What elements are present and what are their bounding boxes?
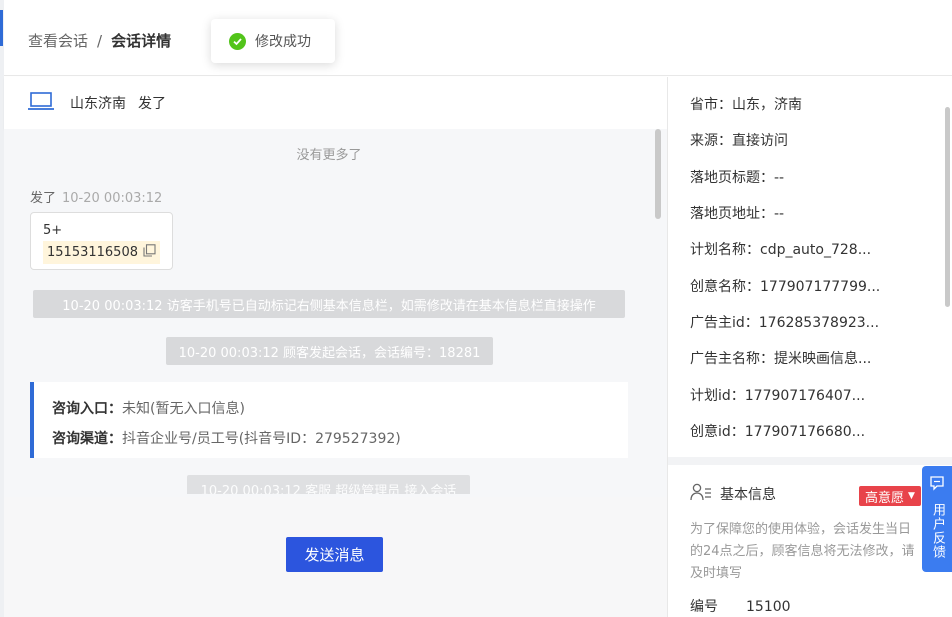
- breadcrumb-parent-link[interactable]: 查看会话: [28, 30, 88, 51]
- intent-label: 高意愿: [865, 490, 905, 506]
- breadcrumb: 查看会话 / 会话详情: [28, 30, 171, 51]
- info-row-advertiser-id: 广告主id：176285378923...: [690, 315, 880, 331]
- visitor-name: 发了: [138, 96, 166, 112]
- header: 查看会话 / 会话详情: [4, 0, 952, 76]
- info-row-creative-id: 创意id：177907176680...: [690, 424, 866, 440]
- info-row-plan-id: 计划id：177907176407...: [690, 388, 866, 404]
- laptop-icon: [28, 91, 54, 115]
- intent-dropdown[interactable]: 高意愿 ▼: [859, 486, 921, 506]
- info-row-landing-url: 落地页地址：--: [690, 206, 785, 222]
- phone-chip[interactable]: 15153116508: [43, 241, 160, 264]
- consult-entry-label: 咨询入口：: [52, 401, 122, 417]
- basic-info-title: 基本信息: [720, 487, 776, 503]
- info-row-plan-name: 计划名称：cdp_auto_728...: [690, 242, 872, 258]
- sender-name: 发了: [30, 191, 57, 206]
- info-row-advertiser-name: 广告主名称：提米映画信息...: [690, 351, 872, 367]
- basic-info-note: 为了保障您的使用体验，会话发生当日的24点之后，顾客信息将无法修改，请及时填写: [690, 522, 915, 581]
- info-row-source: 来源：直接访问: [690, 133, 788, 149]
- info-row-province: 省市：山东，济南: [690, 97, 802, 113]
- user-feedback-button[interactable]: 用户反馈: [922, 466, 952, 572]
- feedback-label: 用户反馈: [930, 503, 945, 559]
- caret-down-icon: ▼: [908, 491, 915, 501]
- chat-scrollbar[interactable]: [655, 129, 661, 219]
- field-value[interactable]: 15100: [746, 599, 791, 615]
- system-message: 10-20 00:03:12 访客手机号已自动标记右侧基本信息栏，如需修改请在基…: [33, 290, 625, 318]
- visitor-info-panel: 省市：山东，济南 来源：直接访问 落地页标题：-- 落地页地址：-- 计划名称：…: [667, 77, 952, 617]
- visitor-location: 山东济南: [70, 96, 126, 112]
- field-label: 编号: [690, 599, 718, 615]
- consult-channel-value: 抖音企业号/员工号(抖音号ID：279527392): [122, 431, 401, 447]
- send-area: 发送消息: [4, 497, 667, 617]
- section-divider: [668, 457, 952, 465]
- field-row-number: 编号 15100: [690, 596, 791, 616]
- user-list-icon: [690, 483, 712, 505]
- message-bubble: 5+ 15153116508: [30, 212, 173, 270]
- consult-channel-row: 咨询渠道：抖音企业号/员工号(抖音号ID：279527392): [52, 424, 610, 454]
- send-message-button[interactable]: 发送消息: [286, 537, 383, 572]
- info-scrollbar[interactable]: [945, 107, 950, 307]
- bubble-text: 5+: [43, 223, 63, 238]
- info-row-creative-name: 创意名称：177907177799...: [690, 279, 881, 295]
- sender-time: 10-20 00:03:12: [62, 191, 163, 206]
- chat-header: 山东济南 发了: [4, 77, 667, 129]
- check-circle-icon: [229, 32, 246, 50]
- chat-panel: 山东济南 发了 没有更多了 发了 10-20 00:03:12 5+ 151531…: [4, 77, 667, 617]
- toast-text: 修改成功: [255, 34, 311, 50]
- consult-channel-label: 咨询渠道：: [52, 431, 122, 447]
- copy-icon[interactable]: [143, 244, 156, 261]
- info-row-landing-title: 落地页标题：--: [690, 170, 785, 186]
- message-sender: 发了 10-20 00:03:12: [30, 187, 162, 206]
- consult-entry-value: 未知(暂无入口信息): [122, 401, 245, 417]
- no-more-text: 没有更多了: [296, 148, 362, 163]
- system-message: 10-20 00:03:12 客服 超级管理员 接入会话: [187, 475, 470, 494]
- info-list[interactable]: 省市：山东，济南 来源：直接访问 落地页标题：-- 落地页地址：-- 计划名称：…: [668, 77, 952, 457]
- system-message: 10-20 00:03:12 顾客发起会话，会话编号：18281: [166, 337, 493, 365]
- phone-number: 15153116508: [47, 245, 138, 260]
- consult-entry-row: 咨询入口：未知(暂无入口信息): [52, 394, 610, 424]
- message-list[interactable]: 没有更多了 发了 10-20 00:03:12 5+ 15153116508 10…: [4, 129, 667, 494]
- page: 查看会话 / 会话详情 修改成功 山东济南 发了 没有更多了 发了 10-20 0…: [0, 0, 952, 617]
- breadcrumb-current: 会话详情: [111, 32, 172, 50]
- success-toast: 修改成功: [211, 19, 335, 63]
- message-icon: [929, 475, 945, 495]
- consult-card: 咨询入口：未知(暂无入口信息) 咨询渠道：抖音企业号/员工号(抖音号ID：279…: [30, 382, 628, 458]
- breadcrumb-separator: /: [97, 31, 103, 50]
- basic-info-header: 基本信息: [690, 483, 776, 505]
- left-active-mark: [0, 10, 3, 46]
